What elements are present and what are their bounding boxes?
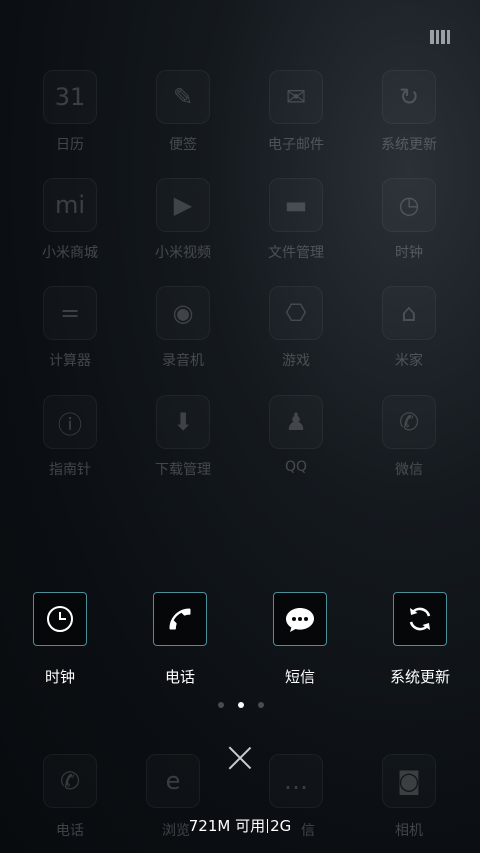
app-label: QQ — [284, 459, 308, 475]
message-icon — [273, 592, 327, 646]
folder-icon: ▬ — [269, 178, 323, 232]
memory-free: 721M 可用 — [188, 817, 266, 835]
app-label: 短信 — [284, 668, 315, 686]
qq-icon: ♟ — [269, 395, 323, 449]
app-games: ⎔ 游戏 — [241, 286, 351, 370]
gamepad-icon: ⎔ — [269, 286, 323, 340]
mihome-icon: ⌂ — [382, 286, 436, 340]
app-label: 便签 — [169, 137, 197, 153]
page-dot — [218, 702, 224, 708]
message-icon: … — [269, 754, 323, 808]
app-update: ↻ 系统更新 — [354, 70, 464, 154]
app-label: 指南针 — [49, 462, 91, 478]
update-icon: ↻ — [382, 70, 436, 124]
video-icon: ▶ — [156, 178, 210, 232]
close-icon[interactable] — [228, 746, 252, 770]
app-wechat: ✆ 微信 — [354, 395, 464, 479]
recorder-icon: ◉ — [156, 286, 210, 340]
app-qq: ♟ QQ — [241, 395, 351, 475]
app-label: 米家 — [395, 353, 423, 369]
app-email: ✉ 电子邮件 — [241, 70, 351, 154]
app-files: ▬ 文件管理 — [241, 178, 351, 262]
wechat-icon: ✆ — [382, 395, 436, 449]
selected-app-messages[interactable]: 短信 — [240, 592, 360, 687]
app-label: 时钟 — [44, 668, 75, 686]
app-calendar: 31 日历 — [15, 70, 125, 154]
selected-app-clock[interactable]: 时钟 — [0, 592, 120, 687]
calculator-icon: = — [43, 286, 97, 340]
update-icon — [393, 592, 447, 646]
app-recorder: ◉ 录音机 — [128, 286, 238, 370]
selected-app-phone[interactable]: 电话 — [120, 592, 240, 687]
app-label: 日历 — [56, 137, 84, 153]
memory-total: 2G — [270, 817, 292, 835]
calendar-icon: 31 — [43, 70, 97, 124]
app-notes: ✎ 便签 — [128, 70, 238, 154]
notes-icon: ✎ — [156, 70, 210, 124]
app-label: 电话 — [164, 668, 195, 686]
page-dot — [258, 702, 264, 708]
app-label: 小米视频 — [155, 245, 211, 261]
app-label: 游戏 — [282, 353, 310, 369]
phone-icon — [153, 592, 207, 646]
page-dot-active — [238, 702, 244, 708]
browser-icon: e — [146, 754, 200, 808]
app-label: 时钟 — [395, 245, 423, 261]
memory-status: 721M 可用 2G — [0, 815, 480, 836]
app-label: 微信 — [395, 462, 423, 478]
app-label: 计算器 — [49, 353, 91, 369]
sim-signal-icon — [430, 30, 450, 44]
memory-divider — [267, 819, 269, 833]
app-mi-store: mi 小米商城 — [15, 178, 125, 262]
page-indicator — [218, 702, 264, 708]
download-icon: ⬇ — [156, 395, 210, 449]
app-downloads: ⬇ 下载管理 — [128, 395, 238, 479]
compass-icon: ⓘ — [43, 395, 97, 449]
app-calculator: = 计算器 — [15, 286, 125, 370]
mi-store-icon: mi — [43, 178, 97, 232]
phone-icon: ✆ — [43, 754, 97, 808]
app-compass: ⓘ 指南针 — [15, 395, 125, 479]
app-label: 文件管理 — [268, 245, 324, 261]
app-clock-bg: ◷ 时钟 — [354, 178, 464, 262]
selected-app-system-update[interactable]: 系统更新 — [360, 592, 480, 687]
app-mihome: ⌂ 米家 — [354, 286, 464, 370]
camera-icon: ◙ — [382, 754, 436, 808]
app-label: 电子邮件 — [268, 137, 324, 153]
app-label: 下载管理 — [155, 462, 211, 478]
clock-icon — [33, 592, 87, 646]
app-label: 小米商城 — [42, 245, 98, 261]
email-icon: ✉ — [269, 70, 323, 124]
app-video: ▶ 小米视频 — [128, 178, 238, 262]
clock-icon: ◷ — [382, 178, 436, 232]
app-label: 系统更新 — [389, 668, 450, 686]
app-label: 系统更新 — [381, 137, 437, 153]
app-label: 录音机 — [162, 353, 204, 369]
